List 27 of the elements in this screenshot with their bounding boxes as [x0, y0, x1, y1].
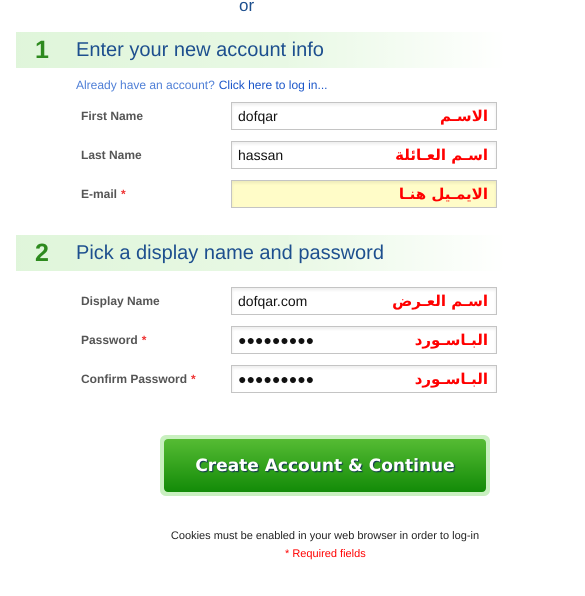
required-mark: *	[142, 333, 146, 347]
annotation-label: البـاسـورد	[414, 331, 488, 349]
section-title: Pick a display name and password	[76, 242, 384, 264]
field-label: Password	[81, 333, 138, 347]
annotation-label: اسـم العـائلة	[395, 146, 488, 164]
input-field[interactable]: الايمـيل هنـا	[231, 180, 497, 208]
cookies-note: Cookies must be enabled in your web browser in order to log-in	[170, 530, 480, 542]
field-label: Display Name	[81, 294, 160, 308]
annotation-label: الاسـم	[440, 107, 488, 125]
field-label: E-mail	[81, 187, 118, 201]
annotation-label: اسـم العـرض	[392, 292, 488, 310]
required-note: * Required fields	[285, 548, 366, 560]
annotation-label: البـاسـورد	[414, 370, 488, 388]
login-link[interactable]: Click here to log in...	[218, 78, 328, 92]
input-field[interactable]: ●●●●●●●●● البـاسـورد	[231, 365, 497, 393]
or-text: or	[239, 0, 254, 12]
annotation-label: الايمـيل هنـا	[398, 185, 488, 203]
field-label: Last Name	[81, 148, 142, 162]
step-number: 1	[34, 36, 50, 64]
field-label: Confirm Password	[81, 372, 188, 386]
input-field[interactable]: ●●●●●●●●● البـاسـورد	[231, 326, 497, 354]
step-number: 2	[34, 238, 50, 268]
required-mark: *	[191, 372, 196, 386]
login-prompt: Already have an account?	[76, 78, 215, 92]
field-label: First Name	[81, 109, 144, 123]
section-title: Enter your new account info	[76, 38, 324, 62]
required-mark: *	[121, 187, 126, 201]
